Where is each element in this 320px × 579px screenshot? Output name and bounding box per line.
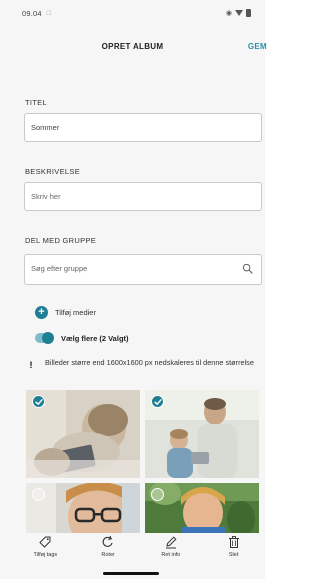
app-header: OPRET ALBUM GEM [0,38,267,58]
signal-icon [235,10,243,16]
trash-icon [228,536,239,548]
photo-tile-father-and-child[interactable] [145,390,259,478]
lock-small-icon: □ [46,9,52,17]
share-group-label: DEL MED GRUPPE [25,236,97,245]
create-album-screen: 09.04 □ ◉ OPRET ALBUM GEM TITEL Sommer B… [0,0,267,579]
resize-info-text: Billeder større end 1600x1600 px nedskal… [45,358,254,367]
add-media-label: Tilføj medier [55,308,96,317]
page-title: OPRET ALBUM [101,42,164,51]
photo-tile-boy-outdoors[interactable] [145,483,259,535]
photo-tile-child-with-tablet[interactable] [26,390,140,478]
selected-check-icon[interactable] [32,395,45,408]
select-multiple-toggle[interactable] [35,332,54,344]
unselected-circle-icon[interactable] [151,488,164,501]
status-icons: ◉ [226,9,251,17]
search-icon[interactable] [242,263,253,274]
home-indicator[interactable] [103,572,159,575]
rotate-button[interactable]: Roter [77,533,140,569]
save-button[interactable]: GEM [248,42,267,51]
select-multiple-row: Vælg flere (2 Valgt) [35,332,129,344]
resize-info-note: ! Billeder større end 1600x1600 px nedsk… [25,358,257,371]
rotate-label: Roter [101,552,115,558]
edit-info-button[interactable]: Ret info [140,533,203,569]
group-search-input[interactable]: Søg efter gruppe [24,254,262,285]
delete-button[interactable]: Slet [202,533,265,569]
description-label: BESKRIVELSE [25,167,80,176]
description-input[interactable]: Skriv her [24,182,262,211]
toggle-knob [42,332,54,344]
status-bar: 09.04 □ ◉ [0,0,265,26]
delete-label: Slet [228,552,239,558]
selected-check-icon[interactable] [151,395,164,408]
photo-tile-child-with-glasses[interactable] [26,483,140,535]
title-input[interactable]: Sommer [24,113,262,142]
eye-icon: ◉ [225,10,232,17]
pencil-icon [165,536,177,549]
edit-info-label: Ret info [161,552,181,558]
unselected-circle-icon[interactable] [32,488,45,501]
exclamation-icon: ! [29,360,33,370]
group-search-placeholder: Søg efter gruppe [31,264,88,273]
add-media-button[interactable]: + Tilføj medier [35,306,96,319]
plus-circle-icon: + [35,306,48,319]
rotate-icon [102,535,113,547]
title-label: TITEL [25,98,47,107]
battery-icon [246,9,251,17]
tag-icon [39,536,51,548]
add-tags-label: Tilføj tags [33,552,58,558]
select-multiple-label: Vælg flere (2 Valgt) [61,333,129,343]
add-tags-button[interactable]: Tilføj tags [14,533,77,569]
status-time: 09.04 [22,8,42,18]
bottom-toolbar: Tilføj tags Roter Ret info Slet [14,533,265,569]
